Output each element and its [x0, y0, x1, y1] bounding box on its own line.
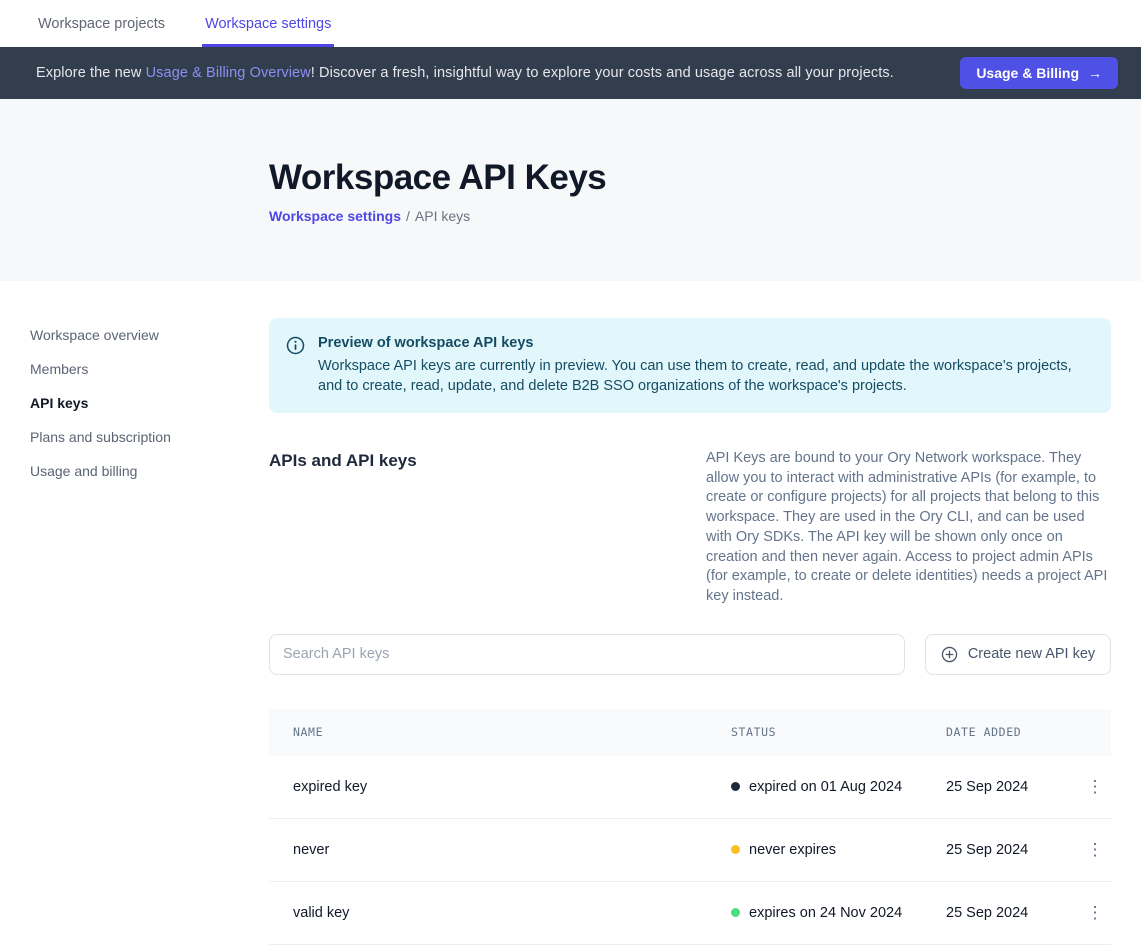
table-row: never never expires 25 Sep 2024 ⋮ — [269, 819, 1111, 882]
api-keys-section: APIs and API keys API Keys are bound to … — [269, 449, 1111, 607]
tab-workspace-projects[interactable]: Workspace projects — [35, 0, 168, 47]
api-key-status: expired on 01 Aug 2024 — [731, 779, 946, 795]
create-api-key-button[interactable]: Create new API key — [925, 634, 1111, 675]
api-key-status: expires on 24 Nov 2024 — [731, 905, 946, 921]
api-key-date-added: 25 Sep 2024 — [946, 779, 1079, 795]
main-panel: Preview of workspace API keys Workspace … — [269, 281, 1111, 945]
search-input[interactable] — [269, 634, 905, 675]
usage-billing-button-label: Usage & Billing — [976, 65, 1079, 81]
status-text: never expires — [749, 842, 836, 858]
column-header-date-added: DATE ADDED — [946, 725, 1079, 739]
banner-message: Explore the new Usage & Billing Overview… — [36, 65, 894, 81]
page-title: Workspace API Keys — [269, 158, 1141, 198]
create-api-key-button-label: Create new API key — [968, 646, 1095, 662]
sidebar-item-members[interactable]: Members — [30, 354, 229, 384]
settings-sidebar: Workspace overview Members API keys Plan… — [0, 281, 269, 945]
status-dot — [731, 782, 740, 791]
table-row: expired key expired on 01 Aug 2024 25 Se… — [269, 756, 1111, 819]
workspace-tabbar: Workspace projects Workspace settings — [0, 0, 1141, 47]
column-header-name: NAME — [269, 725, 731, 739]
row-menu-kebab-icon[interactable]: ⋮ — [1081, 774, 1110, 799]
section-description: API Keys are bound to your Ory Network w… — [706, 449, 1111, 607]
api-key-name: never — [269, 842, 731, 858]
row-menu-kebab-icon[interactable]: ⋮ — [1081, 837, 1110, 862]
table-row: valid key expires on 24 Nov 2024 25 Sep … — [269, 882, 1111, 945]
arrow-right-icon: → — [1088, 65, 1102, 81]
sidebar-item-plans-and-subscription[interactable]: Plans and subscription — [30, 422, 229, 452]
status-text: expired on 01 Aug 2024 — [749, 779, 902, 795]
preview-callout: Preview of workspace API keys Workspace … — [269, 318, 1111, 413]
banner-text-after: ! Discover a fresh, insightful way to ex… — [311, 65, 894, 81]
breadcrumb-current: API keys — [415, 208, 470, 224]
info-circle-icon — [286, 336, 305, 396]
section-heading: APIs and API keys — [269, 449, 706, 607]
api-key-date-added: 25 Sep 2024 — [946, 842, 1079, 858]
tab-workspace-settings[interactable]: Workspace settings — [202, 0, 334, 47]
preview-callout-text: Preview of workspace API keys Workspace … — [318, 335, 1088, 396]
page-header: Workspace API Keys Workspace settings / AP… — [0, 99, 1141, 281]
table-header-row: NAME STATUS DATE ADDED — [269, 709, 1111, 756]
preview-callout-title: Preview of workspace API keys — [318, 335, 1088, 351]
usage-billing-button[interactable]: Usage & Billing → — [960, 57, 1118, 89]
status-text: expires on 24 Nov 2024 — [749, 905, 902, 921]
usage-billing-banner: Explore the new Usage & Billing Overview… — [0, 47, 1141, 99]
api-key-name: expired key — [269, 779, 731, 795]
column-header-status: STATUS — [731, 725, 946, 739]
api-key-name: valid key — [269, 905, 731, 921]
preview-callout-body: Workspace API keys are currently in prev… — [318, 356, 1088, 396]
banner-text-before: Explore the new — [36, 65, 146, 81]
breadcrumb-workspace-settings-link[interactable]: Workspace settings — [269, 208, 401, 224]
api-keys-toolbar: Create new API key — [269, 634, 1111, 675]
content: Workspace overview Members API keys Plan… — [0, 281, 1141, 945]
status-dot — [731, 908, 740, 917]
row-menu-kebab-icon[interactable]: ⋮ — [1081, 900, 1110, 925]
api-key-status: never expires — [731, 842, 946, 858]
sidebar-item-usage-and-billing[interactable]: Usage and billing — [30, 456, 229, 486]
breadcrumb-separator: / — [406, 208, 410, 224]
api-key-date-added: 25 Sep 2024 — [946, 905, 1079, 921]
api-keys-table: NAME STATUS DATE ADDED expired key expir… — [269, 709, 1111, 945]
sidebar-item-workspace-overview[interactable]: Workspace overview — [30, 320, 229, 350]
sidebar-item-api-keys[interactable]: API keys — [30, 388, 229, 418]
plus-circle-icon — [941, 646, 958, 663]
usage-billing-overview-link[interactable]: Usage & Billing Overview — [146, 65, 311, 81]
status-dot — [731, 845, 740, 854]
breadcrumb: Workspace settings / API keys — [269, 208, 1141, 224]
